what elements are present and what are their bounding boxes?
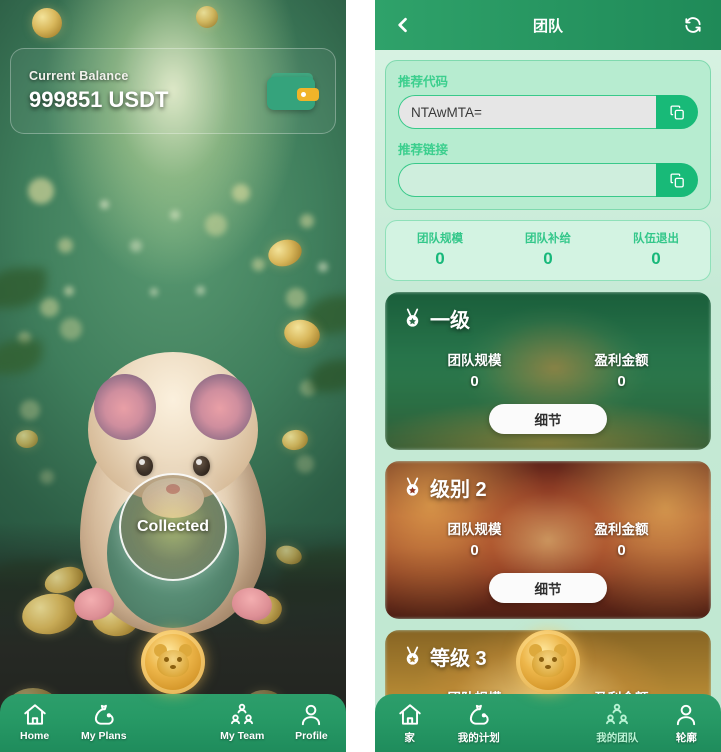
- bottom-navigation-left: Home My Plans My Team Profile: [0, 630, 346, 752]
- level-team-size: 团队规模 0: [401, 349, 548, 390]
- stat-team-exit: 队伍退出 0: [602, 230, 710, 269]
- refresh-icon[interactable]: [681, 13, 705, 37]
- current-balance-card: Current Balance 999851 USDT: [10, 48, 336, 134]
- team-icon: [604, 702, 630, 728]
- user-icon: [673, 702, 699, 728]
- level-title: 一级: [430, 310, 470, 332]
- level-title: 级别 2: [430, 479, 487, 501]
- medal-icon: [406, 646, 419, 665]
- page-title: 团队: [532, 17, 563, 35]
- copy-icon: [669, 172, 684, 188]
- level-details-button[interactable]: 细节: [489, 404, 607, 434]
- level-profit: 盈利金额 0: [548, 518, 695, 559]
- hamster-coin-icon[interactable]: [516, 630, 580, 694]
- level-team-size: 团队规模 0: [401, 518, 548, 559]
- referral-code-row: NTAwMTA=: [398, 95, 698, 129]
- nav-item-profile[interactable]: Profile: [277, 702, 346, 742]
- copy-icon: [669, 104, 684, 120]
- referral-code-input[interactable]: NTAwMTA=: [398, 95, 656, 129]
- money-bag-icon: [91, 702, 117, 728]
- referral-code-label: 推荐代码: [398, 75, 449, 89]
- level-stat-value: 0: [617, 542, 626, 559]
- level-stat-label: 团队规模: [447, 353, 502, 368]
- nav-label-profile: Profile: [295, 730, 328, 742]
- stat-value: 0: [435, 249, 445, 268]
- team-stats-card: 团队规模 0 团队补给 0 队伍退出 0: [385, 220, 711, 281]
- stat-label: 队伍退出: [633, 233, 679, 245]
- nav-item-my-team[interactable]: My Team: [208, 702, 277, 742]
- team-header: 团队: [375, 0, 721, 50]
- level-stat-value: 0: [617, 373, 626, 390]
- team-screen-panel: 团队 推荐代码 NTAwMTA= 推荐链接 团队规模 0 团队补给 0 队伍退出…: [375, 0, 721, 752]
- level-title: 等级 3: [430, 648, 487, 670]
- level-card-1: 一级 团队规模 0 盈利金额 0 细节: [385, 292, 711, 450]
- nav-label-home: Home: [20, 730, 50, 742]
- stat-team-supply: 团队补给 0: [494, 230, 602, 269]
- nav-label-profile: 轮廓: [675, 732, 697, 744]
- medal-icon: [406, 477, 419, 496]
- home-icon: [397, 702, 423, 728]
- hamster-illustration: [66, 304, 280, 634]
- referral-link-input[interactable]: [398, 163, 656, 197]
- nav-item-my-team[interactable]: 我的团队: [583, 702, 652, 745]
- user-icon: [298, 702, 324, 728]
- nav-item-home[interactable]: 家: [375, 702, 444, 745]
- money-bag-icon: [466, 702, 492, 728]
- level-stat-label: 盈利金额: [594, 353, 649, 368]
- level-details-button[interactable]: 细节: [489, 573, 607, 603]
- level-stat-label: 盈利金额: [594, 522, 649, 537]
- panel-divider: [346, 0, 375, 752]
- nav-item-home[interactable]: Home: [0, 702, 69, 742]
- nav-item-profile[interactable]: 轮廓: [652, 702, 721, 745]
- level-profit: 盈利金额 0: [548, 349, 695, 390]
- level-title-row: 一级: [401, 304, 695, 333]
- medal-icon: [406, 308, 419, 327]
- level-stat-value: 0: [470, 542, 479, 559]
- bottom-navigation-right: 家 我的计划 我的团队 轮廓: [375, 630, 721, 752]
- balance-value: 999851 USDT: [29, 87, 169, 112]
- copy-link-button[interactable]: [656, 163, 698, 197]
- level-stat-label: 团队规模: [447, 522, 502, 537]
- level-stat-value: 0: [470, 373, 479, 390]
- nav-item-my-plans[interactable]: My Plans: [69, 702, 138, 742]
- referral-link-row: [398, 163, 698, 197]
- nav-label-home: 家: [404, 732, 415, 744]
- copy-code-button[interactable]: [656, 95, 698, 129]
- app-screenshot: Current Balance 999851 USDT Collected Ho…: [0, 0, 721, 752]
- home-icon: [22, 702, 48, 728]
- collect-button-label: Collected: [136, 518, 209, 535]
- stat-value: 0: [651, 249, 661, 268]
- stat-value: 0: [543, 249, 553, 268]
- balance-label: Current Balance: [29, 69, 129, 83]
- nav-item-my-plans[interactable]: 我的计划: [444, 702, 513, 745]
- chevron-left-icon[interactable]: [391, 13, 415, 37]
- hamster-coin-icon[interactable]: [141, 630, 205, 694]
- level-card-2: 级别 2 团队规模 0 盈利金额 0 细节: [385, 461, 711, 619]
- wallet-icon: [265, 71, 319, 111]
- nav-label-my-plans: 我的计划: [457, 732, 500, 744]
- nav-label-my-plans: My Plans: [81, 730, 127, 742]
- stat-label: 团队规模: [417, 233, 463, 245]
- level-title-row: 级别 2: [401, 473, 695, 502]
- home-screen-panel: Current Balance 999851 USDT Collected Ho…: [0, 0, 346, 752]
- stat-team-size: 团队规模 0: [386, 230, 494, 269]
- team-icon: [229, 702, 255, 728]
- stat-label: 团队补给: [525, 233, 571, 245]
- referral-link-label: 推荐链接: [398, 143, 449, 157]
- nav-label-my-team: 我的团队: [596, 732, 639, 744]
- referral-card: 推荐代码 NTAwMTA= 推荐链接: [385, 60, 711, 210]
- collect-button[interactable]: Collected: [119, 473, 227, 581]
- nav-label-my-team: My Team: [220, 730, 265, 742]
